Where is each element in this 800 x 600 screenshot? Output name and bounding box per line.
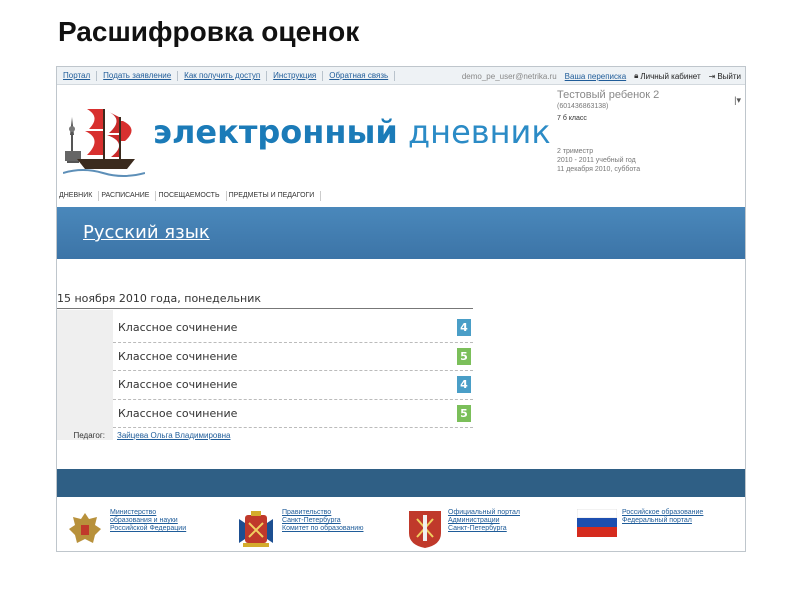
partner-line: Официальный портал <box>448 509 520 516</box>
spb-coat-of-arms-icon <box>239 511 273 547</box>
grade-badge: 4 <box>457 319 471 336</box>
mail-link[interactable]: Ваша переписка <box>565 72 626 81</box>
top-link-feedback[interactable]: Обратная связь <box>323 71 396 81</box>
partner-line: Федеральный портал <box>622 517 692 524</box>
grade-row: Классное сочинение 4 <box>113 314 473 343</box>
partner-admin-portal[interactable]: Официальный портал Администрации Санкт-П… <box>407 509 520 549</box>
term-label: 2 триместр <box>557 148 594 155</box>
subject-header: Русский язык <box>57 207 745 259</box>
partner-line: Администрации <box>448 517 500 524</box>
partner-line: Российское образование <box>622 509 704 516</box>
russia-coat-of-arms-icon <box>69 513 101 543</box>
subject-title[interactable]: Русский язык <box>83 222 210 243</box>
partner-line: Санкт-Петербурга <box>282 517 341 524</box>
logout-link[interactable]: ⇥ Выйти <box>709 72 741 81</box>
top-link-instructions[interactable]: Инструкция <box>267 71 324 81</box>
top-right: demo_pe_user@netrika.ru Ваша переписка 🔒… <box>462 67 741 85</box>
lock-icon: 🔒︎ <box>634 71 639 80</box>
partner-government[interactable]: Правительство Санкт-Петербурга Комитет п… <box>235 509 363 551</box>
top-bar: Портал Подать заявление Как получить дос… <box>57 67 745 85</box>
partner-ministry[interactable]: Министерство образования и науки Российс… <box>65 509 186 549</box>
grade-badge: 5 <box>457 404 471 422</box>
partner-line: образования и науки <box>110 517 178 524</box>
site-brand: электронный дневник <box>153 113 551 151</box>
current-date: 11 декабря 2010, суббота <box>557 166 641 173</box>
russian-flag-icon <box>577 509 617 537</box>
cabinet-label: Личный кабинет <box>640 71 701 81</box>
work-title: Классное сочинение <box>118 378 238 391</box>
partner-line: Министерство <box>110 509 157 516</box>
grade-row: Классное сочинение 5 <box>113 343 473 371</box>
work-title: Классное сочинение <box>118 321 238 334</box>
cabinet-link[interactable]: 🔒︎ Личный кабинет <box>634 71 700 81</box>
teacher-row: Педагог: Зайцева Ольга Владимировна <box>57 429 473 443</box>
main-nav: ДНЕВНИК РАСПИСАНИЕ ПОСЕЩАЕМОСТЬ ПРЕДМЕТЫ… <box>57 189 745 203</box>
partner-line: Санкт-Петербурга <box>448 525 507 532</box>
spb-admin-emblem-icon <box>409 511 441 548</box>
student-id: (601436863138) <box>557 103 609 110</box>
grade-row: Классное сочинение 4 <box>113 371 473 400</box>
divider <box>57 308 473 309</box>
logout-label: Выйти <box>717 71 741 81</box>
user-email: demo_pe_user@netrika.ru <box>461 71 557 81</box>
brand-bold: электронный <box>153 113 398 151</box>
grade-row: Классное сочинение 5 <box>113 400 473 428</box>
partner-line: Российской Федерации <box>110 525 187 532</box>
top-links: Портал Подать заявление Как получить дос… <box>57 67 396 85</box>
brand-light: дневник <box>408 113 551 151</box>
grades-list: Классное сочинение 4 Классное сочинение … <box>113 314 473 428</box>
slide-title: Расшифровка оценок <box>58 16 360 47</box>
lesson-date: 15 ноября 2010 года, понедельник <box>57 292 262 305</box>
top-link-apply[interactable]: Подать заявление <box>97 71 179 81</box>
grade-badge: 5 <box>457 347 471 365</box>
student-info: Тестовый ребенок 2 (601436863138) 7 б кл… <box>557 89 742 174</box>
top-link-portal[interactable]: Портал <box>57 71 98 81</box>
student-name[interactable]: Тестовый ребенок 2 <box>557 89 742 102</box>
nav-subjects[interactable]: ПРЕДМЕТЫ И ПЕДАГОГИ <box>227 191 322 201</box>
partner-line: Правительство <box>282 509 332 516</box>
work-title: Классное сочинение <box>118 406 238 420</box>
grades-side-panel <box>57 310 113 440</box>
work-title: Классное сочинение <box>118 349 238 363</box>
nav-diary[interactable]: ДНЕВНИК <box>57 191 100 201</box>
partner-federal-portal[interactable]: Российское образование Федеральный порта… <box>577 509 703 537</box>
student-class: 7 б класс <box>557 115 587 122</box>
nav-attendance[interactable]: ПОСЕЩАЕМОСТЬ <box>156 191 227 201</box>
browser-screenshot: Портал Подать заявление Как получить дос… <box>56 66 746 552</box>
footer-partners: Министерство образования и науки Российс… <box>57 505 745 551</box>
footer-bar <box>57 469 745 497</box>
student-dropdown-icon[interactable]: |▾ <box>734 95 741 106</box>
school-year: 2010 - 2011 учебный год <box>557 157 636 164</box>
nav-schedule[interactable]: РАСПИСАНИЕ <box>99 191 157 201</box>
teacher-link[interactable]: Зайцева Ольга Владимировна <box>117 431 230 440</box>
exit-icon: ⇥ <box>708 71 716 81</box>
partner-line: Комитет по образованию <box>282 525 364 532</box>
teacher-label: Педагог: <box>73 431 105 440</box>
top-link-access[interactable]: Как получить доступ <box>178 71 268 81</box>
grade-badge: 4 <box>457 376 471 393</box>
ship-logo-icon <box>63 109 145 177</box>
